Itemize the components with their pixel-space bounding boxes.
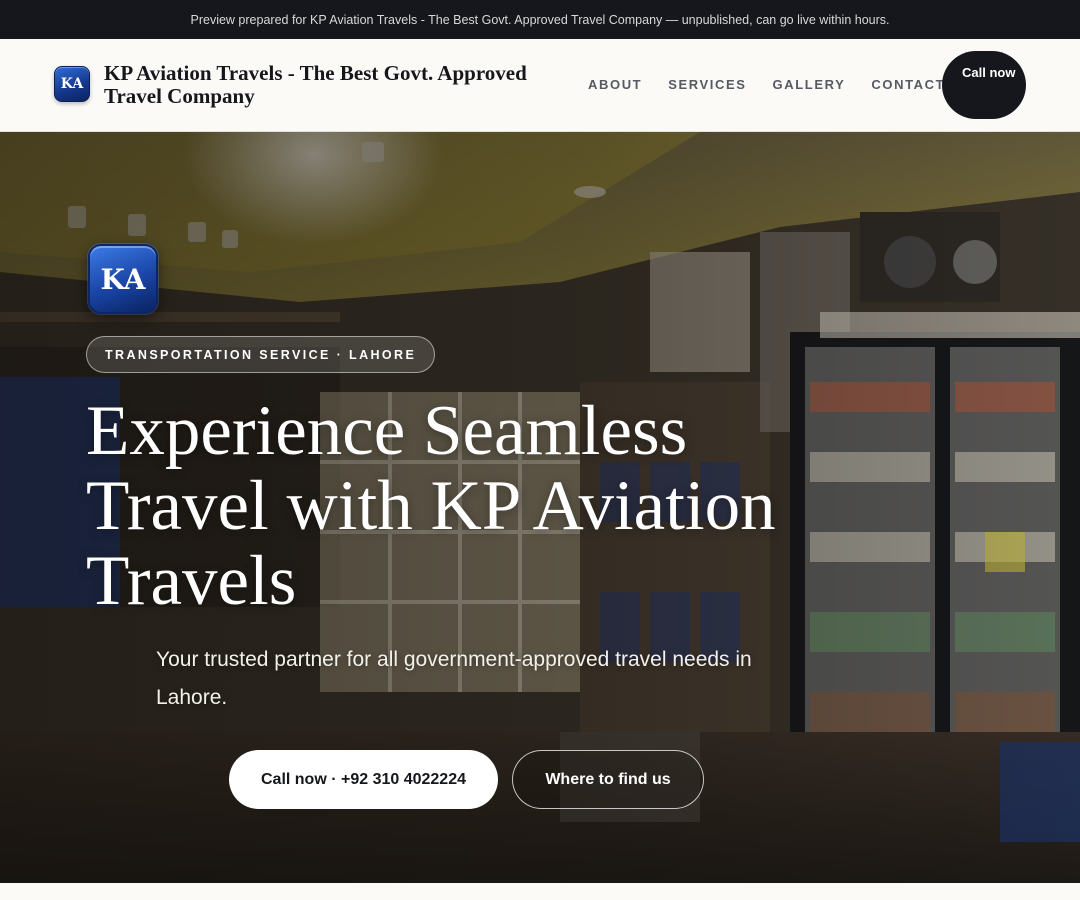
nav-link-services[interactable]: SERVICES xyxy=(668,77,746,92)
header-call-button[interactable]: Call now xyxy=(942,51,1026,119)
nav-link-contact[interactable]: CONTACT xyxy=(871,77,945,92)
category-pill: TRANSPORTATION SERVICE · LAHORE xyxy=(86,336,436,373)
main-nav: ABOUT SERVICES GALLERY CONTACT xyxy=(588,77,945,92)
category-pill-text: TRANSPORTATION SERVICE · LAHORE xyxy=(105,347,417,362)
ka-monogram-icon[interactable]: KA xyxy=(54,66,90,102)
call-now-button-label: Call now · +92 310 4022224 xyxy=(260,770,466,788)
call-now-button[interactable]: Call now · +92 310 4022224 xyxy=(229,750,498,809)
hero-subtitle: Your trusted partner for all government-… xyxy=(156,648,752,709)
hero-logo-initials: KA xyxy=(100,262,146,296)
where-to-find-us-button[interactable]: Where to find us xyxy=(512,750,704,809)
preview-banner: Preview prepared for KP Aviation Travels… xyxy=(0,0,1080,39)
nav-link-about[interactable]: ABOUT xyxy=(588,77,642,92)
preview-banner-text: Preview prepared for KP Aviation Travels… xyxy=(190,12,890,27)
page-bottom-strip xyxy=(0,883,1080,900)
where-to-find-us-label: Where to find us xyxy=(545,770,671,788)
hero-section: KA TRANSPORTATION SERVICE · LAHORE Exper… xyxy=(0,132,1080,883)
brand-logo-initials: KA xyxy=(60,76,84,92)
site-header: KA KP Aviation Travels - The Best Govt. … xyxy=(0,39,1080,132)
nav-link-gallery[interactable]: GALLERY xyxy=(773,77,846,92)
brand-name[interactable]: KP Aviation Travels - The Best Govt. App… xyxy=(104,62,574,108)
ka-monogram-icon: KA xyxy=(88,244,158,314)
hero-title: Experience Seamless Travel with KP Aviat… xyxy=(86,392,776,620)
